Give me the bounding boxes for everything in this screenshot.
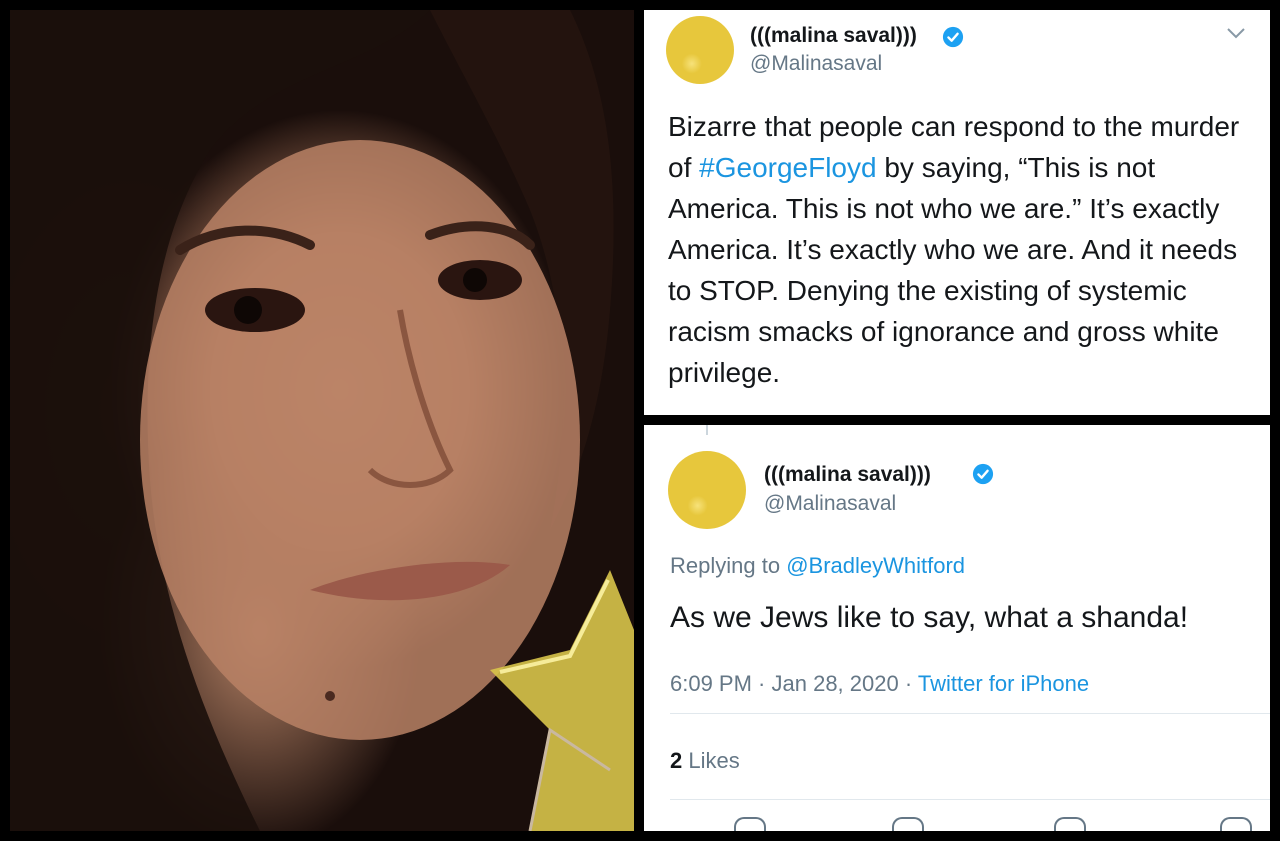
display-name[interactable]: (((malina saval))) <box>750 24 917 48</box>
verified-badge-icon <box>972 463 994 485</box>
divider <box>670 799 1270 800</box>
user-handle[interactable]: @Malinasaval <box>764 492 896 516</box>
replying-to-prefix: Replying to <box>670 553 787 578</box>
tweet-card-top[interactable]: (((malina saval))) @Malinasaval Bizarre … <box>644 10 1270 415</box>
user-handle[interactable]: @Malinasaval <box>750 52 882 76</box>
tweet-card-bottom[interactable]: (((malina saval))) @Malinasaval Replying… <box>644 425 1270 831</box>
display-name[interactable]: (((malina saval))) <box>764 463 931 487</box>
share-icon[interactable] <box>1220 817 1252 831</box>
tweet-text-part: by saying, “This is not America. This is… <box>668 152 1238 388</box>
likes-number: 2 <box>670 748 683 773</box>
tweet-text: Bizarre that people can respond to the m… <box>668 106 1258 393</box>
avatar[interactable] <box>668 451 746 529</box>
likes-count[interactable]: 2 Likes <box>670 748 740 774</box>
verified-badge-icon <box>942 26 964 48</box>
replying-to-line: Replying to @BradleyWhitford <box>670 553 965 579</box>
meta-separator: · <box>898 671 918 696</box>
tweet-text: As we Jews like to say, what a shanda! <box>670 601 1189 634</box>
tweet-source-link[interactable]: Twitter for iPhone <box>918 671 1089 696</box>
mention-link[interactable]: @BradleyWhitford <box>786 553 965 578</box>
thread-line <box>706 425 708 435</box>
meta-separator: · <box>751 671 772 696</box>
like-icon[interactable] <box>1054 817 1086 831</box>
tweet-date[interactable]: Jan 28, 2020 <box>772 671 899 696</box>
chevron-down-icon[interactable] <box>1226 26 1246 40</box>
reply-icon[interactable] <box>734 817 766 831</box>
divider <box>670 713 1270 714</box>
tweet-actions <box>724 817 1252 831</box>
tweet-time[interactable]: 6:09 PM <box>670 671 752 696</box>
retweet-icon[interactable] <box>892 817 924 831</box>
tweet-meta: 6:09 PM · Jan 28, 2020 · Twitter for iPh… <box>670 671 1089 697</box>
portrait-illustration <box>10 10 634 831</box>
avatar[interactable] <box>666 16 734 84</box>
likes-label: Likes <box>688 748 740 773</box>
portrait-photo <box>10 10 634 831</box>
hashtag-link[interactable]: #GeorgeFloyd <box>699 152 876 183</box>
